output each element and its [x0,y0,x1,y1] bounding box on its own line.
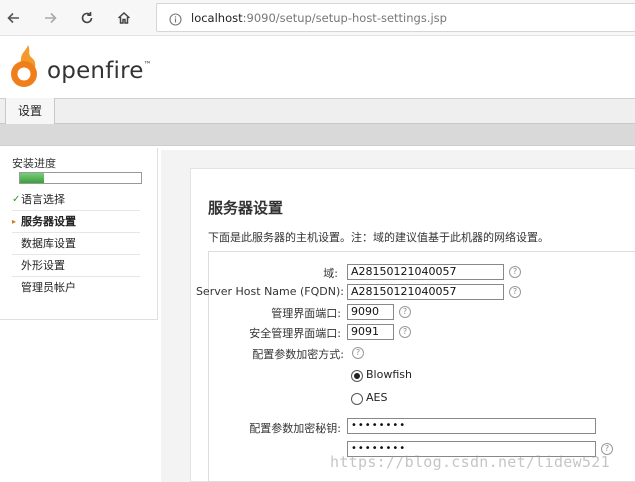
page-title: 服务器设置 [208,199,284,217]
logo-name: openfire [47,58,144,84]
setup-progress-bar [19,172,142,184]
progress-fill [20,173,45,183]
info-icon[interactable] [169,11,182,30]
sidebar-item-language[interactable]: ✓ 语言选择 [12,189,140,211]
page-description: 下面是此服务器的主机设置。注：域的建议值基于此机器的网络设置。 [208,231,549,244]
blowfish-radio[interactable] [351,370,363,382]
sidebar-item-database[interactable]: 数据库设置 [12,233,140,255]
browser-toolbar: localhost:9090/setup/setup-host-settings… [0,0,635,36]
sidebar-item-label: 外形设置 [21,259,65,272]
sidebar-item-profile[interactable]: 外形设置 [12,255,140,277]
home-icon[interactable] [112,6,136,30]
logo-wordmark: openfire™ [47,58,152,84]
url-host: localhost [191,11,243,25]
admin-port-label: 管理界面端口: [271,307,341,320]
sidebar-item-server-settings[interactable]: ▸ 服务器设置 [12,211,140,233]
checkmark-icon: ✓ [12,194,21,205]
aes-radio[interactable] [351,393,363,405]
help-icon[interactable]: ? [352,347,364,359]
domain-input[interactable]: A28150121040057 [347,264,504,280]
secure-port-label: 安全管理界面端口: [249,327,341,340]
encryption-method-label: 配置参数加密方式: [252,348,344,361]
forward-arrow-icon[interactable] [38,6,62,30]
watermark-text: https://blog.csdn.net/lidew521 [330,453,610,471]
secure-port-input[interactable]: 9091 [347,324,394,340]
openfire-logo-icon [3,43,45,93]
address-url: localhost:9090/setup/setup-host-settings… [191,11,447,25]
blowfish-label: Blowfish [366,368,412,381]
help-icon[interactable]: ? [509,266,521,278]
current-arrow-icon: ▸ [12,217,17,226]
help-icon[interactable]: ? [509,286,521,298]
fqdn-input[interactable]: A28150121040057 [347,284,504,300]
sidebar-item-label: 管理员帐户 [21,281,76,294]
logo-trademark: ™ [143,60,152,69]
sidebar-title: 安装进度 [12,157,56,170]
aes-label: AES [366,391,388,404]
app-header: openfire™ [0,36,635,98]
address-bar[interactable]: localhost:9090/setup/setup-host-settings… [156,3,635,32]
sidebar-item-label: 数据库设置 [21,237,76,250]
domain-label: 域: [323,267,338,280]
help-icon[interactable]: ? [399,306,411,318]
reload-icon[interactable] [75,6,99,30]
main-tabbar: 设置 [0,98,635,124]
sub-tabbar [0,124,635,146]
url-path: :9090/setup/setup-host-settings.jsp [242,11,447,25]
back-arrow-icon[interactable] [2,6,26,30]
encryption-key-label: 配置参数加密秘钥: [249,422,341,435]
fqdn-label: Server Host Name (FQDN): [195,285,344,298]
help-icon[interactable]: ? [399,326,411,338]
sidebar-item-admin-account[interactable]: 管理员帐户 [12,277,140,299]
tab-setup[interactable]: 设置 [5,98,56,124]
encryption-key-input[interactable]: •••••••• [347,418,596,434]
admin-port-input[interactable]: 9090 [347,304,394,320]
sidebar-item-label: 服务器设置 [21,215,76,228]
sidebar-item-label: 语言选择 [21,193,65,206]
setup-progress-sidebar: 安装进度 ✓ 语言选择 ▸ 服务器设置 数据库设置 外形设置 管理员帐户 [0,148,158,320]
